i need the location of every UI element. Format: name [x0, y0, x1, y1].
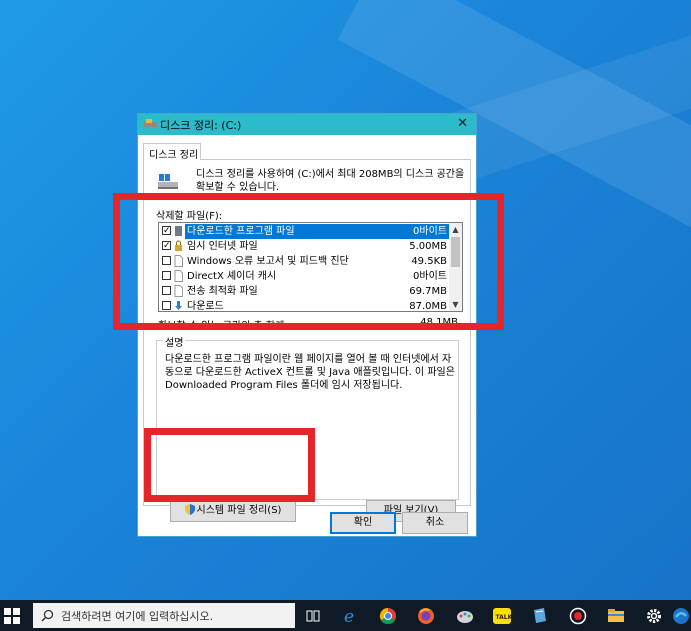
shield-icon	[184, 504, 195, 515]
settings-icon[interactable]	[644, 606, 664, 626]
tab-disk-cleanup[interactable]: 디스크 정리	[143, 143, 201, 161]
title-bar[interactable]: 디스크 정리: (C:) ✕	[138, 114, 476, 135]
cleanup-system-files-label: 시스템 파일 정리(S)	[196, 505, 282, 516]
task-view-icon[interactable]	[303, 606, 323, 626]
taskbar-search-box[interactable]: 검색하려면 여기에 입력하십시오.	[33, 603, 295, 628]
annotation-box-system-cleanup	[144, 428, 315, 502]
taskbar: 검색하려면 여기에 입력하십시오. e TALK	[0, 600, 691, 631]
annotation-box-file-list	[113, 193, 504, 330]
windows-start-icon[interactable]	[4, 608, 20, 624]
disk-cleanup-icon	[144, 119, 157, 127]
paint-icon[interactable]	[455, 606, 475, 626]
intro-text: 디스크 정리를 사용하여 (C:)에서 최대 208MB의 디스크 공간을 확보…	[196, 169, 465, 193]
svg-text:e: e	[344, 607, 354, 626]
svg-text:TALK: TALK	[496, 614, 513, 621]
kakaotalk-icon[interactable]: TALK	[492, 606, 512, 626]
edge-blue-icon[interactable]	[671, 606, 691, 626]
cancel-button[interactable]: 취소	[402, 512, 468, 534]
search-placeholder: 검색하려면 여기에 입력하십시오.	[61, 610, 214, 623]
ok-button[interactable]: 확인	[330, 512, 396, 534]
drive-icon	[158, 174, 178, 189]
dialog-title: 디스크 정리: (C:)	[160, 119, 242, 132]
search-icon	[41, 609, 54, 622]
file-explorer-icon[interactable]	[606, 606, 626, 626]
close-button[interactable]: ✕	[457, 116, 468, 131]
chrome-icon[interactable]	[378, 606, 398, 626]
notepad-icon[interactable]	[530, 606, 550, 626]
record-icon[interactable]	[568, 606, 588, 626]
cleanup-system-files-button[interactable]: 시스템 파일 정리(S)	[170, 500, 296, 522]
description-text: 다운로드한 프로그램 파일이란 웹 페이지를 열어 볼 때 인터넷에서 자동으로…	[165, 354, 455, 391]
firefox-icon[interactable]	[416, 606, 436, 626]
description-legend: 설명	[163, 334, 186, 349]
edge-icon[interactable]: e	[341, 606, 361, 626]
